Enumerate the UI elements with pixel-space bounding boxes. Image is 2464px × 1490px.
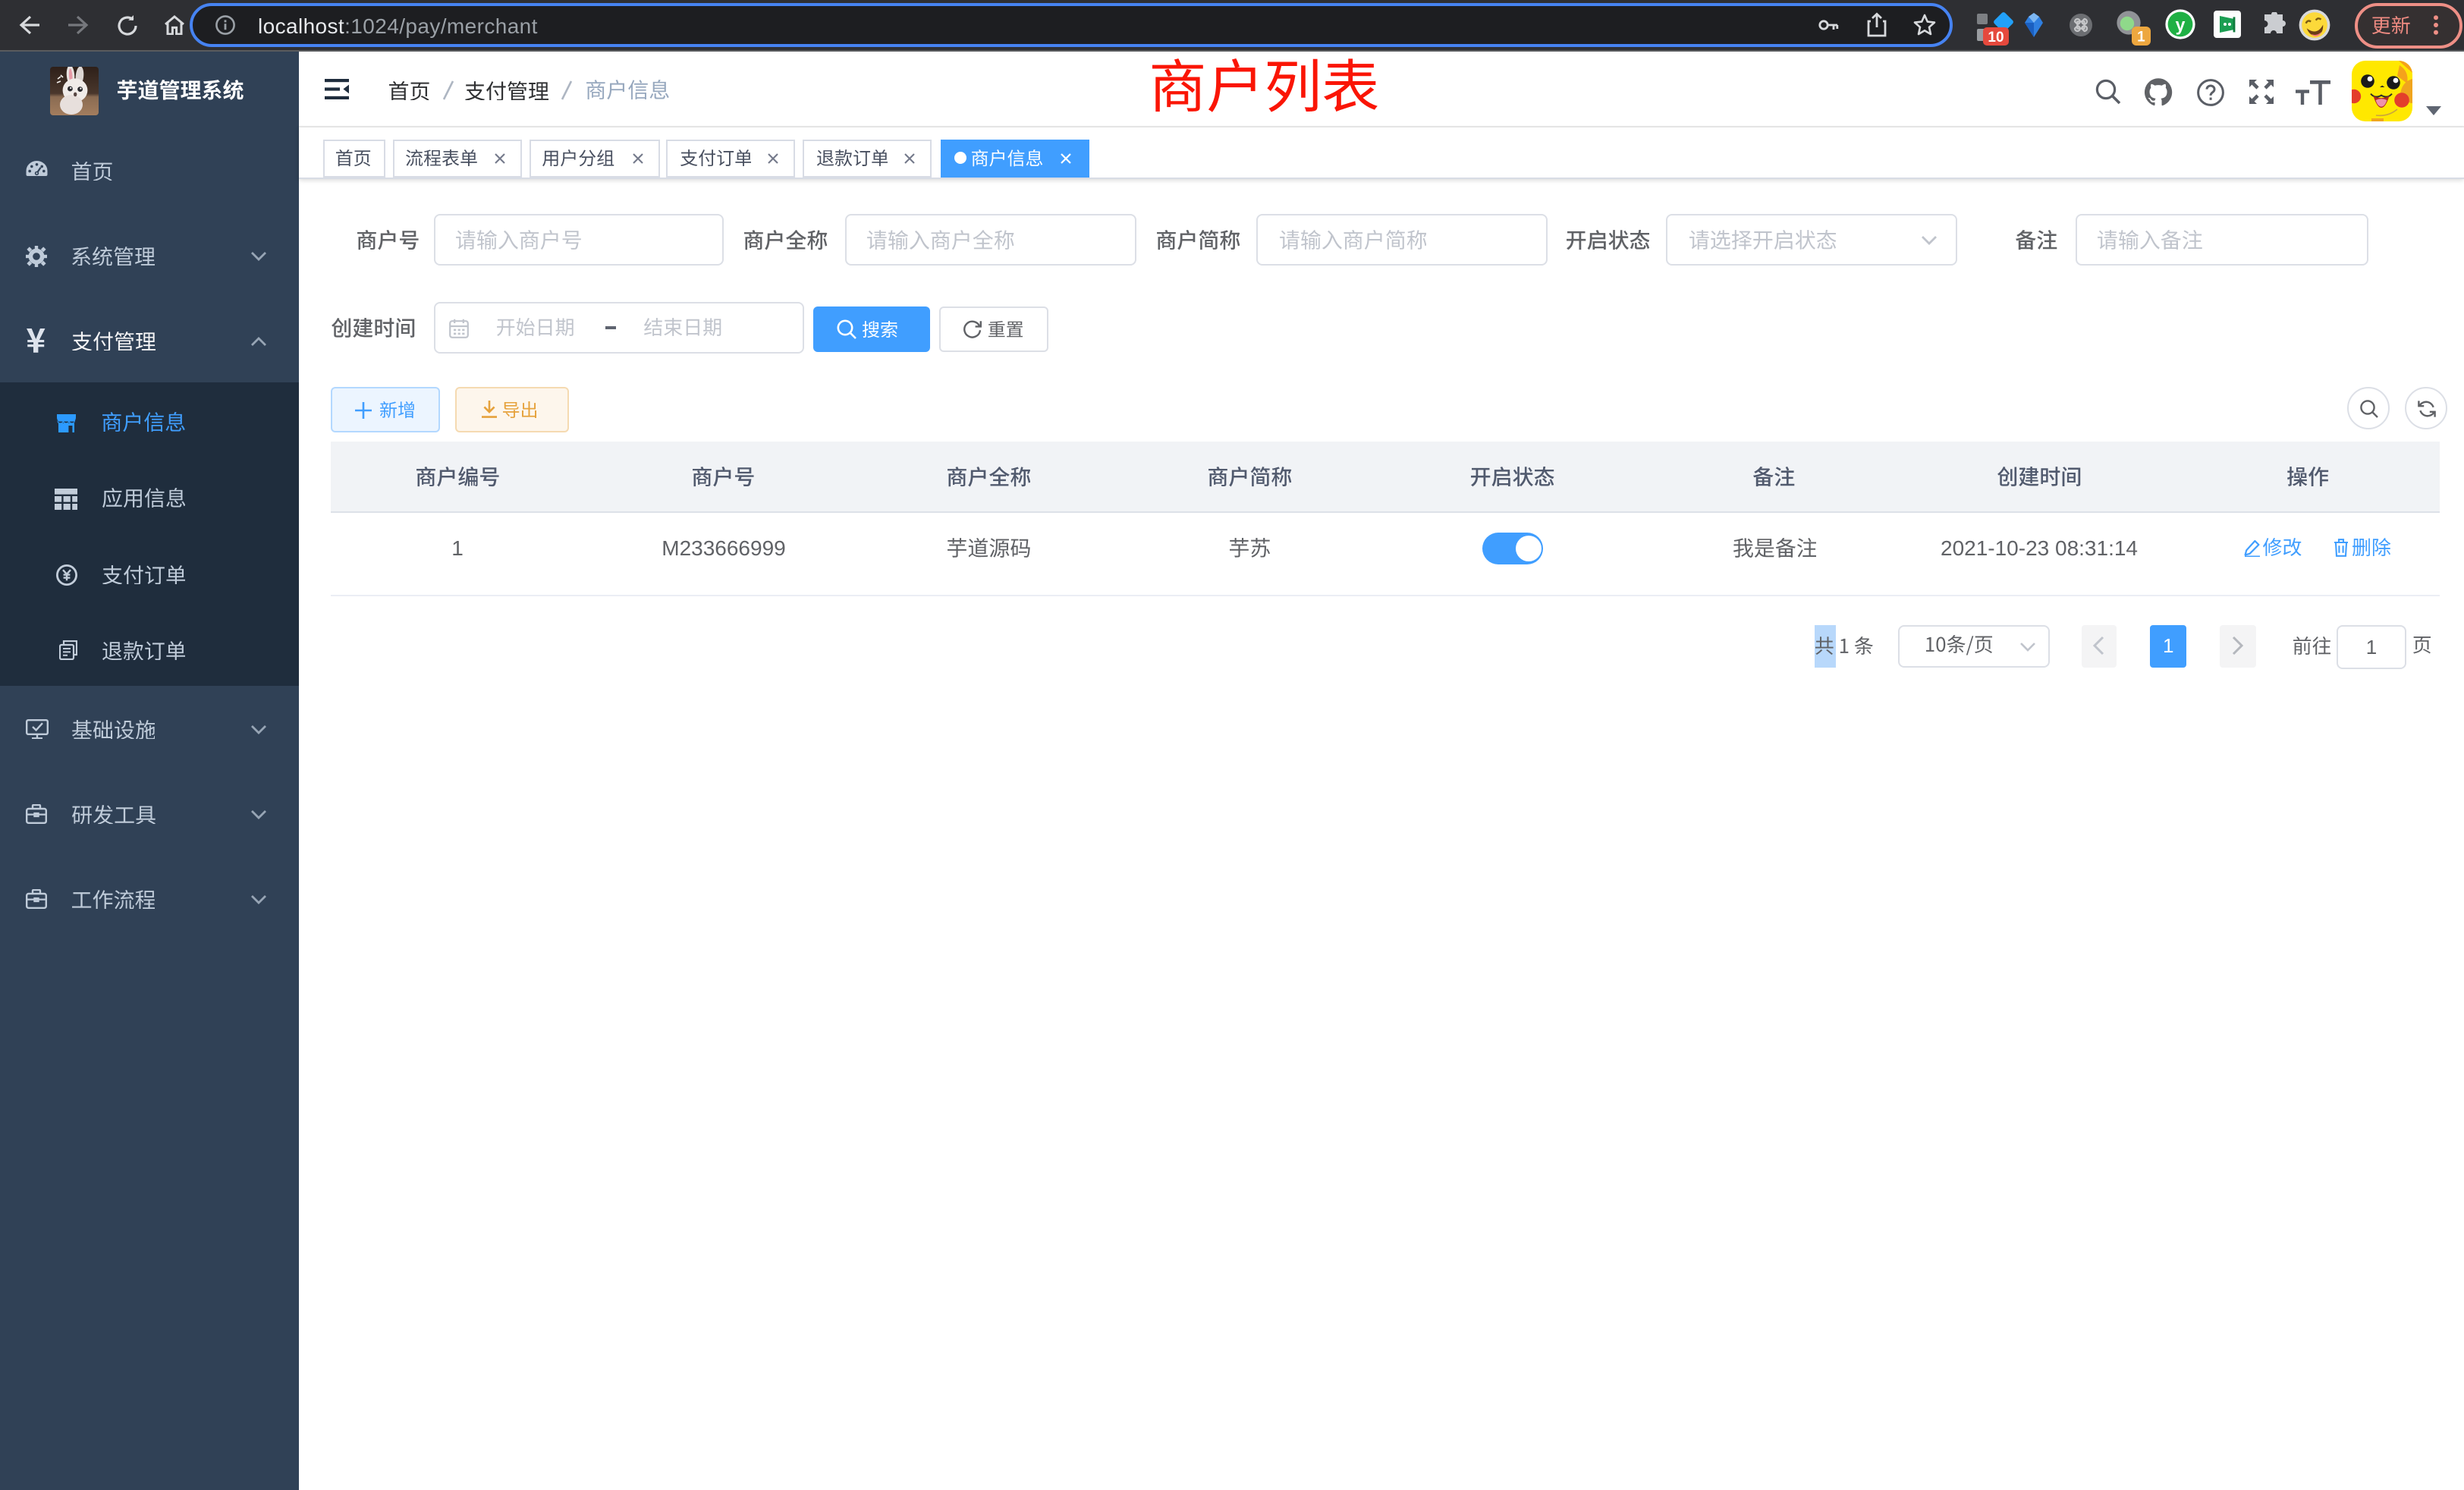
svg-text:1: 1 [2137,30,2145,46]
svg-text:y: y [2176,14,2186,34]
svg-text:10: 10 [1988,30,2004,46]
